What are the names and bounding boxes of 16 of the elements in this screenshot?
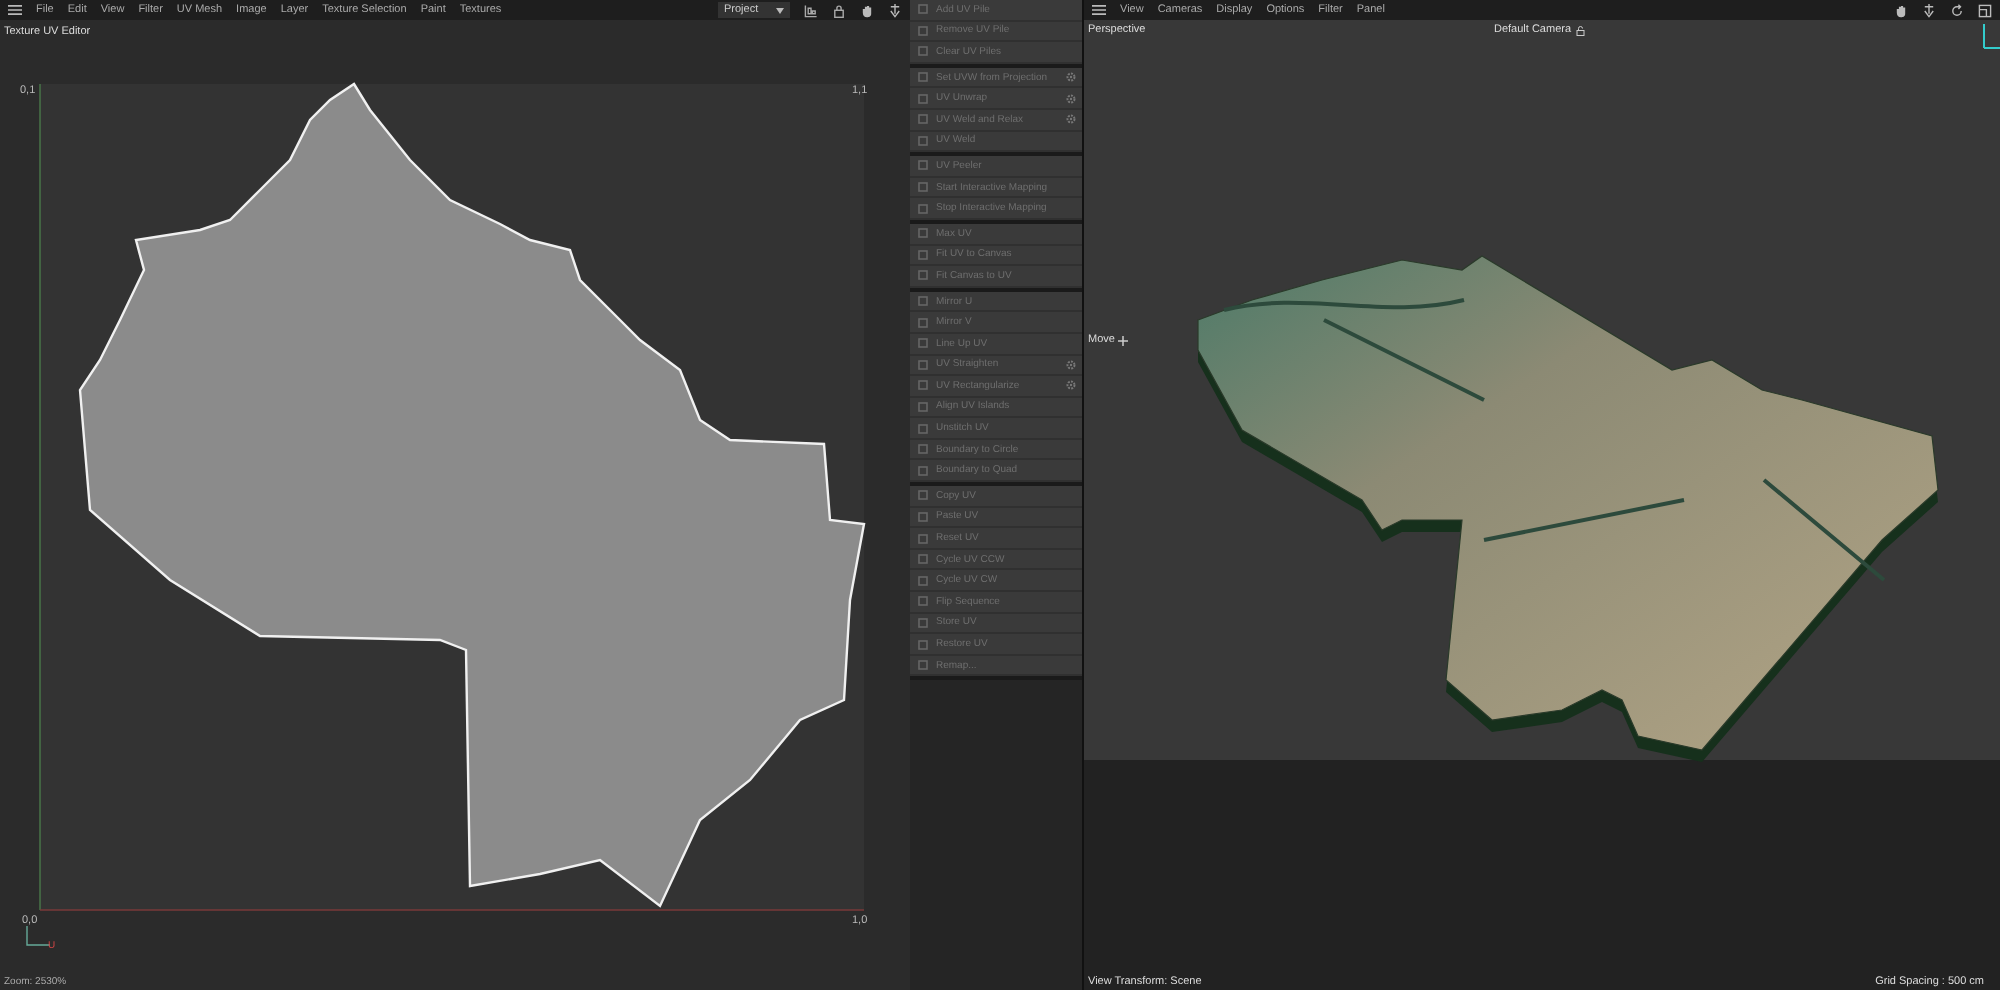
arrow-down-icon[interactable] <box>888 3 902 17</box>
arrow-down-icon[interactable] <box>1922 3 1936 17</box>
lock-icon[interactable] <box>1575 25 1586 35</box>
hand-icon[interactable] <box>1894 3 1908 17</box>
hand-icon[interactable] <box>860 3 874 17</box>
caret-icon <box>776 7 784 13</box>
terrain-map-drawing[interactable] <box>1197 255 1939 762</box>
maximize-icon[interactable] <box>1978 3 1992 17</box>
move-icon <box>1118 335 1129 345</box>
rotate-icon[interactable] <box>1950 3 1964 17</box>
menu-icon[interactable] <box>8 4 22 16</box>
axis-gizmo-icon <box>1983 23 2000 49</box>
menu-icon[interactable] <box>1092 4 1106 16</box>
layout-icon[interactable] <box>804 3 818 17</box>
lock-icon[interactable] <box>832 3 846 17</box>
axis-gizmo-icon <box>26 925 51 946</box>
